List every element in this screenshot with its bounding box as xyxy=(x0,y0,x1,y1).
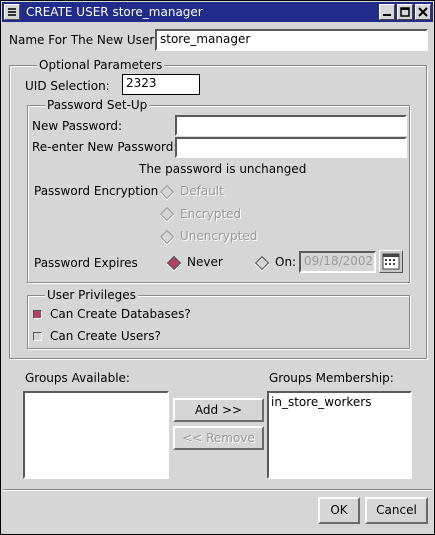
footer-separator xyxy=(3,489,432,491)
create-user-dialog: CREATE USER store_manager Name For The N… xyxy=(0,0,435,535)
uid-field[interactable]: 2323 xyxy=(122,74,200,95)
create-users-checkbox[interactable] xyxy=(33,332,42,341)
user-privileges-title: User Privileges xyxy=(45,288,138,302)
calendar-button[interactable] xyxy=(379,250,403,273)
groups-membership-list[interactable]: in_store_workers xyxy=(267,391,412,479)
calendar-icon xyxy=(382,253,400,270)
add-group-button[interactable]: Add >> xyxy=(173,398,264,422)
reenter-password-label: Re-enter New Password: xyxy=(32,140,178,154)
window-title: CREATE USER store_manager xyxy=(26,5,203,19)
user-name-field[interactable]: store_manager xyxy=(155,29,428,51)
ok-button[interactable]: OK xyxy=(318,497,360,524)
expires-never-label: Never xyxy=(187,255,223,269)
maximize-icon[interactable] xyxy=(397,4,413,20)
new-password-field[interactable] xyxy=(175,115,407,136)
expiry-date-field[interactable]: 09/18/2002 xyxy=(299,251,376,273)
title-bar[interactable]: CREATE USER store_manager xyxy=(2,2,433,22)
password-setup-title: Password Set-Up xyxy=(45,98,150,112)
groups-available-label: Groups Available: xyxy=(25,371,130,385)
list-item[interactable]: in_store_workers xyxy=(271,395,371,409)
create-users-label: Can Create Users? xyxy=(50,329,161,343)
close-icon[interactable] xyxy=(415,4,431,20)
optional-parameters-title: Optional Parameters xyxy=(37,58,165,72)
password-encryption-label: Password Encryption xyxy=(34,184,159,198)
minimize-icon[interactable] xyxy=(379,4,395,20)
create-databases-checkbox[interactable] xyxy=(33,310,42,319)
window-menu-icon[interactable] xyxy=(4,4,20,20)
expires-on-label: On: xyxy=(275,255,297,269)
name-label: Name For The New User: xyxy=(9,33,159,47)
encryption-default-label: Default xyxy=(180,184,224,198)
groups-available-list[interactable] xyxy=(23,391,169,479)
password-status-text: The password is unchanged xyxy=(139,162,307,176)
create-databases-label: Can Create Databases? xyxy=(50,307,191,321)
encryption-encrypted-label: Encrypted xyxy=(180,207,242,221)
encryption-unencrypted-label: Unencrypted xyxy=(180,229,258,243)
reenter-password-field[interactable] xyxy=(175,137,407,158)
remove-group-button[interactable]: << Remove xyxy=(173,426,264,450)
groups-membership-label: Groups Membership: xyxy=(269,371,394,385)
password-expires-label: Password Expires xyxy=(34,256,138,270)
cancel-button[interactable]: Cancel xyxy=(365,497,428,524)
new-password-label: New Password: xyxy=(32,119,123,133)
uid-label: UID Selection: xyxy=(25,79,110,93)
